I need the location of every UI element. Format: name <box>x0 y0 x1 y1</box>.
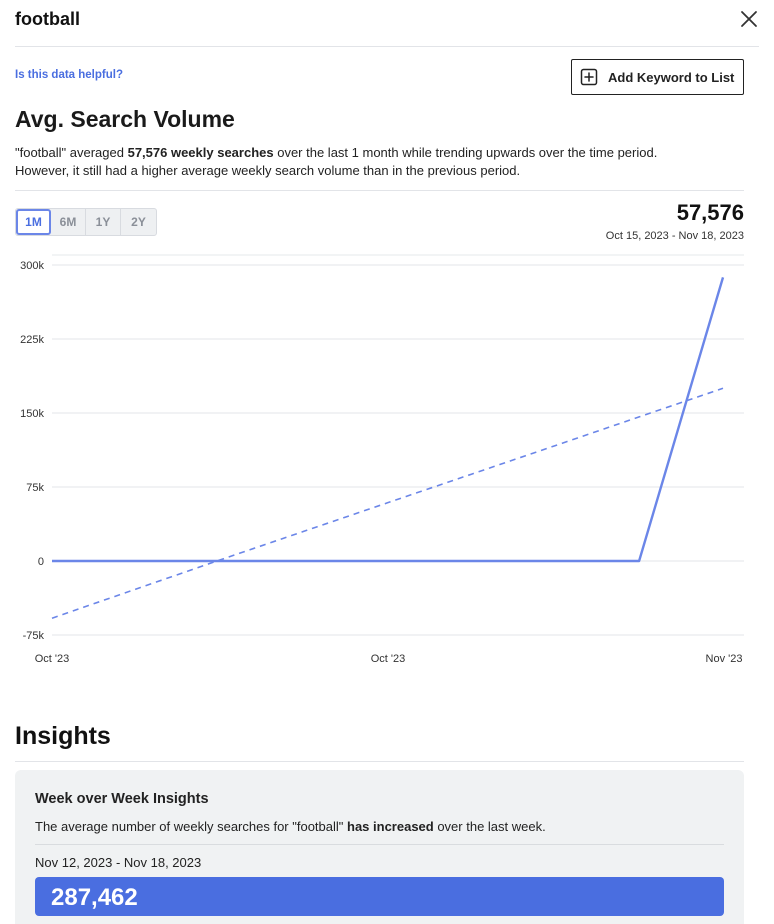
time-range-tabs: 1M 6M 1Y 2Y <box>15 208 157 236</box>
x-tick-label: Oct '23 <box>35 653 70 665</box>
card-text-post: over the last week. <box>433 819 546 834</box>
week-over-week-card: Week over Week Insights The average numb… <box>15 770 744 924</box>
summary-pre: "football" averaged <box>15 145 128 160</box>
summary-bold: 57,576 weekly searches <box>127 145 274 160</box>
card-text: The average number of weekly searches fo… <box>35 819 546 834</box>
plus-square-icon <box>580 68 598 86</box>
volume-date-range: Oct 15, 2023 - Nov 18, 2023 <box>605 230 744 242</box>
volume-line <box>52 277 725 563</box>
avg-search-volume-title: Avg. Search Volume <box>15 106 235 132</box>
average-volume-value: 57,576 <box>676 200 744 225</box>
panel-header: football <box>15 0 759 47</box>
add-keyword-label: Add Keyword to List <box>608 69 735 85</box>
divider <box>15 761 744 762</box>
weekly-volume-value: 287,462 <box>51 884 138 911</box>
card-text-pre: The average number of weekly searches fo… <box>35 819 347 834</box>
y-tick-label: 300k <box>20 260 44 272</box>
card-divider <box>35 844 724 845</box>
insights-title: Insights <box>15 722 111 750</box>
card-title: Week over Week Insights <box>35 791 209 807</box>
y-tick-label: 0 <box>38 556 44 568</box>
trend-line <box>51 387 724 619</box>
tab-2y[interactable]: 2Y <box>121 209 156 235</box>
y-tick-label: 75k <box>26 482 44 494</box>
y-tick-label: 225k <box>20 334 44 346</box>
tab-6m[interactable]: 6M <box>51 209 86 235</box>
close-icon[interactable] <box>739 9 759 29</box>
x-tick-label: Oct '23 <box>371 653 406 665</box>
weekly-volume-bar: 287,462 <box>35 877 724 916</box>
divider <box>15 190 744 191</box>
tab-1m[interactable]: 1M <box>16 209 51 235</box>
data-helpful-link[interactable]: Is this data helpful? <box>15 69 123 81</box>
add-keyword-to-list-button[interactable]: Add Keyword to List <box>571 59 744 95</box>
search-volume-chart: 300k 225k 150k 75k 0 -75k Oct '23 Oct '23 Nov '2… <box>20 254 744 665</box>
volume-summary: "football" averaged 57,576 weekly search… <box>15 144 705 180</box>
tab-1y[interactable]: 1Y <box>86 209 121 235</box>
card-text-bold: has increased <box>347 819 434 834</box>
y-tick-label: 150k <box>20 408 44 420</box>
x-tick-label: Nov '23 <box>706 653 743 665</box>
card-date-range: Nov 12, 2023 - Nov 18, 2023 <box>35 855 202 870</box>
y-tick-label: -75k <box>23 630 45 642</box>
keyword-title: football <box>15 9 80 29</box>
